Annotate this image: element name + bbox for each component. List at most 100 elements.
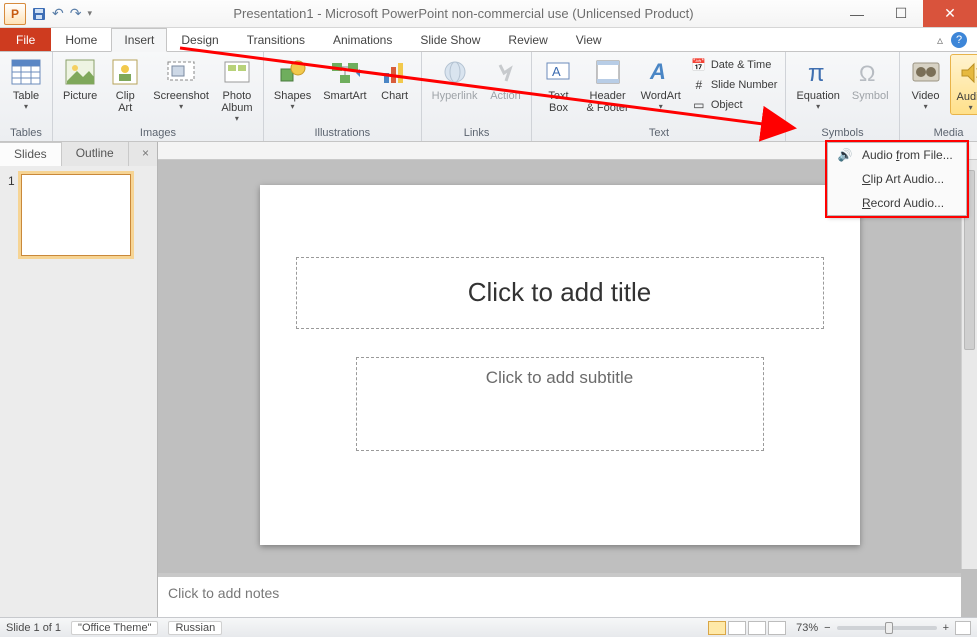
group-text: A Text Box Header & Footer A WordArt ▾ 📅…: [532, 52, 786, 141]
quick-access-toolbar: ↶ ↷ ▾: [32, 5, 92, 22]
svg-text:Ω: Ω: [859, 61, 875, 85]
thumbnail-area: 1: [0, 166, 157, 617]
chart-button[interactable]: Chart: [375, 54, 415, 104]
group-label-tables: Tables: [6, 125, 46, 141]
clipart-audio-item[interactable]: Clip Art Audio...: [828, 167, 966, 191]
ribbon-tabs: File Home Insert Design Transitions Anim…: [0, 28, 977, 52]
tab-view[interactable]: View: [562, 28, 616, 51]
redo-icon[interactable]: ↷: [70, 5, 82, 22]
chart-label: Chart: [381, 90, 408, 102]
ribbon: Table ▾ Tables Picture Clip Art Screensh…: [0, 52, 977, 142]
equation-label: Equation: [796, 90, 839, 102]
audio-from-file-item[interactable]: 🔊 Audio from File...: [828, 143, 966, 167]
titlebar: P ↶ ↷ ▾ Presentation1 - Microsoft PowerP…: [0, 0, 977, 28]
tab-outline[interactable]: Outline: [62, 142, 129, 166]
status-theme: "Office Theme": [71, 621, 158, 635]
tab-slideshow[interactable]: Slide Show: [406, 28, 494, 51]
tab-transitions[interactable]: Transitions: [233, 28, 319, 51]
slide[interactable]: Click to add title Click to add subtitle: [260, 185, 860, 545]
smartart-icon: [329, 56, 361, 88]
hyperlink-icon: [439, 56, 471, 88]
slidenumber-label: Slide Number: [711, 79, 778, 91]
tab-slides[interactable]: Slides: [0, 142, 62, 166]
group-label-media: Media: [906, 125, 977, 141]
help-icon[interactable]: ?: [951, 32, 967, 48]
chevron-down-icon: ▾: [924, 102, 928, 111]
zoom-in-button[interactable]: +: [943, 622, 949, 634]
zoom-level[interactable]: 73%: [796, 622, 818, 634]
title-placeholder[interactable]: Click to add title: [296, 257, 824, 329]
chevron-down-icon: ▾: [969, 103, 973, 112]
action-label: Action: [490, 90, 521, 102]
fit-to-window-button[interactable]: [955, 621, 971, 635]
zoom-slider[interactable]: [837, 626, 937, 630]
picture-button[interactable]: Picture: [59, 54, 101, 104]
close-button[interactable]: ✕: [923, 0, 977, 27]
tab-file[interactable]: File: [0, 28, 51, 51]
tab-home[interactable]: Home: [51, 28, 111, 51]
chart-icon: [379, 56, 411, 88]
save-icon[interactable]: [32, 7, 46, 21]
table-button[interactable]: Table ▾: [6, 54, 46, 113]
equation-button[interactable]: π Equation ▾: [792, 54, 843, 113]
table-label: Table: [13, 90, 39, 102]
statusbar: Slide 1 of 1 "Office Theme" Russian 73% …: [0, 617, 977, 637]
smartart-button[interactable]: SmartArt: [319, 54, 370, 104]
window-controls: — ☐ ✕: [835, 0, 977, 27]
slide-wrap: Click to add title Click to add subtitle: [158, 160, 961, 569]
shapes-button[interactable]: Shapes ▾: [270, 54, 315, 113]
clipart-label: Clip Art: [116, 90, 135, 114]
reading-view-button[interactable]: [748, 621, 766, 635]
slidenumber-icon: #: [691, 77, 707, 93]
tab-animations[interactable]: Animations: [319, 28, 406, 51]
wordart-button[interactable]: A WordArt ▾: [637, 54, 685, 113]
photoalbum-button[interactable]: Photo Album ▾: [217, 54, 257, 125]
zoom-slider-thumb[interactable]: [885, 622, 893, 634]
chevron-down-icon: ▾: [816, 102, 820, 111]
datetime-button[interactable]: 📅Date & Time: [689, 56, 780, 74]
minimize-button[interactable]: —: [835, 0, 879, 27]
tab-review[interactable]: Review: [494, 28, 561, 51]
audio-icon: [955, 57, 977, 89]
headerfooter-button[interactable]: Header & Footer: [582, 54, 632, 116]
sorter-view-button[interactable]: [728, 621, 746, 635]
equation-icon: π: [802, 56, 834, 88]
ribbon-help: ▵ ?: [937, 28, 977, 51]
audio-button[interactable]: Audio ▾: [950, 54, 977, 115]
video-button[interactable]: Video ▾: [906, 54, 946, 113]
zoom-out-button[interactable]: −: [824, 622, 830, 634]
shapes-label: Shapes: [274, 90, 311, 102]
table-icon: [10, 56, 42, 88]
picture-label: Picture: [63, 90, 97, 102]
action-icon: [489, 56, 521, 88]
group-tables: Table ▾ Tables: [0, 52, 53, 141]
svg-text:A: A: [552, 64, 561, 79]
minimize-ribbon-icon[interactable]: ▵: [937, 33, 943, 47]
maximize-button[interactable]: ☐: [879, 0, 923, 27]
record-audio-item[interactable]: Record Audio...: [828, 191, 966, 215]
clipart-button[interactable]: Clip Art: [105, 54, 145, 116]
slidenumber-button[interactable]: # Slide Number: [689, 76, 780, 94]
notes-pane[interactable]: Click to add notes: [158, 573, 961, 617]
zoom-control: 73% − +: [796, 621, 971, 635]
close-panel-button[interactable]: ×: [134, 142, 157, 166]
tab-design[interactable]: Design: [167, 28, 232, 51]
screenshot-button[interactable]: Screenshot ▾: [149, 54, 213, 113]
status-slide-count: Slide 1 of 1: [6, 622, 61, 634]
screenshot-label: Screenshot: [153, 90, 209, 102]
screenshot-icon: [165, 56, 197, 88]
status-language[interactable]: Russian: [168, 621, 222, 635]
symbol-label: Symbol: [852, 90, 889, 102]
svg-text:π: π: [808, 60, 825, 85]
audio-from-file-label: Audio from File...: [862, 148, 953, 162]
object-button[interactable]: ▭Object: [689, 96, 780, 114]
hyperlink-label: Hyperlink: [432, 90, 478, 102]
textbox-button[interactable]: A Text Box: [538, 54, 578, 116]
slideshow-view-button[interactable]: [768, 621, 786, 635]
slide-thumbnail[interactable]: 1: [8, 174, 149, 256]
vertical-scrollbar[interactable]: [961, 160, 977, 569]
undo-icon[interactable]: ↶: [52, 5, 64, 22]
subtitle-placeholder[interactable]: Click to add subtitle: [356, 357, 764, 451]
normal-view-button[interactable]: [708, 621, 726, 635]
tab-insert[interactable]: Insert: [111, 28, 167, 52]
